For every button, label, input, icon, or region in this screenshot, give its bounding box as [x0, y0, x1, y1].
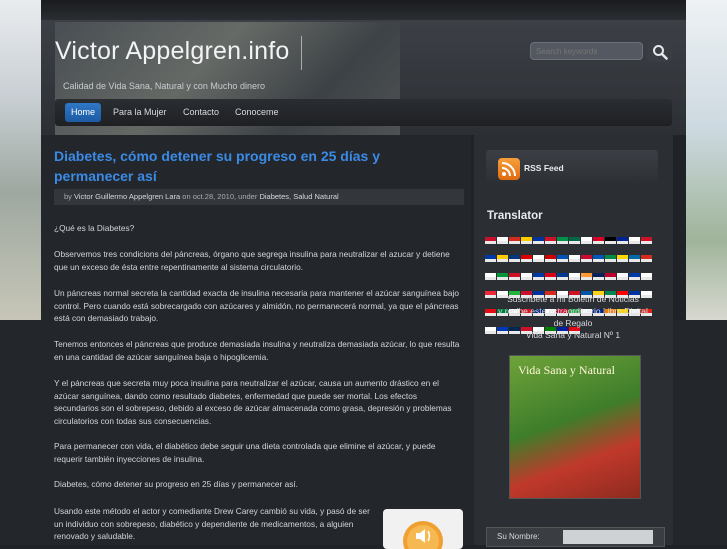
post-title[interactable]: Diabetes, cómo detener su progreso en 25… — [54, 146, 399, 186]
language-flag[interactable] — [509, 237, 520, 244]
language-flag[interactable] — [485, 273, 496, 280]
language-flag[interactable] — [557, 255, 568, 262]
language-flag[interactable] — [521, 255, 532, 262]
site-title[interactable]: Victor Appelgren.info — [55, 37, 289, 66]
language-flag[interactable] — [593, 237, 604, 244]
language-flag[interactable] — [497, 273, 508, 280]
meta-category-diabetes[interactable]: Diabetes — [259, 192, 289, 201]
language-flag[interactable] — [509, 255, 520, 262]
audio-player[interactable] — [383, 509, 463, 549]
language-flag[interactable] — [617, 237, 628, 244]
rss-icon — [498, 158, 520, 180]
language-flag[interactable] — [569, 255, 580, 262]
rss-feed-link[interactable]: RSS Feed — [486, 150, 658, 188]
background-photo-right — [686, 0, 727, 320]
meta-by: by — [64, 192, 72, 201]
top-band — [41, 0, 686, 20]
speaker-icon — [403, 521, 443, 549]
sidebar: RSS Feed Translator Suscribete a mi Bole… — [474, 135, 673, 547]
language-flag[interactable] — [569, 237, 580, 244]
ebook-cover-title: Vida Sana y Natural — [518, 363, 615, 377]
newsletter-line: Vida Sana y Natural Nº 1 — [525, 330, 621, 340]
post-paragraph: Y el páncreas que secreta muy poca insul… — [54, 378, 452, 426]
post-paragraph: Tenemos entonces el páncreas que produce… — [54, 339, 460, 362]
language-flag[interactable] — [521, 273, 532, 280]
language-flag[interactable] — [521, 237, 532, 244]
language-flag[interactable] — [617, 255, 628, 262]
post-paragraph: Diabetes, cómo detener su progreso en 25… — [54, 479, 298, 489]
newsletter-line: de Regalo — [553, 318, 593, 328]
newsletter-line: y recibe este extraordinario Libro Digit… — [498, 306, 648, 316]
main-nav: Home Para la Mujer Contacto Conoceme — [55, 99, 672, 126]
site-tagline: Calidad de Vida Sana, Natural y con Much… — [63, 81, 265, 91]
translator-heading: Translator — [487, 210, 543, 222]
site-header: Victor Appelgren.info Calidad de Vida Sa… — [41, 20, 686, 157]
subscribe-form: Su Nombre: — [486, 527, 665, 547]
language-flag[interactable] — [533, 255, 544, 262]
post-paragraph: ¿Qué es la Diabetes? — [54, 223, 135, 233]
language-flag[interactable] — [581, 273, 592, 280]
language-flag[interactable] — [641, 237, 652, 244]
language-flag[interactable] — [497, 255, 508, 262]
language-flag[interactable] — [497, 237, 508, 244]
language-flag[interactable] — [641, 273, 652, 280]
language-flag[interactable] — [605, 255, 616, 262]
newsletter-line: Suscribete a mi Boletín de Noticias — [507, 294, 639, 304]
rss-label: RSS Feed — [524, 163, 564, 173]
language-flag[interactable] — [533, 237, 544, 244]
language-flag[interactable] — [533, 273, 544, 280]
search-input[interactable] — [530, 42, 643, 60]
language-flag[interactable] — [641, 255, 652, 262]
ebook-cover-image[interactable]: Vida Sana y Natural — [509, 355, 641, 499]
language-flag[interactable] — [557, 237, 568, 244]
language-flag[interactable] — [545, 273, 556, 280]
name-input[interactable] — [563, 530, 653, 544]
post-paragraph: Observemos tres condicions del páncreas,… — [54, 249, 450, 272]
nav-home[interactable]: Home — [65, 103, 102, 122]
nav-para-la-mujer[interactable]: Para la Mujer — [107, 103, 173, 122]
language-flag[interactable] — [509, 273, 520, 280]
language-flag[interactable] — [629, 237, 640, 244]
post-meta: by Victor Guillermo Appelgren Lara on oc… — [54, 189, 464, 205]
language-flag[interactable] — [581, 237, 592, 244]
meta-author[interactable]: Victor Guillermo Appelgren Lara — [74, 192, 180, 201]
language-flag[interactable] — [485, 237, 496, 244]
language-flag[interactable] — [617, 273, 628, 280]
search-button[interactable] — [647, 41, 672, 62]
language-flag[interactable] — [545, 255, 556, 262]
post-paragraph: Usando este método el actor y comediante… — [54, 506, 370, 541]
background-photo-left — [0, 0, 41, 320]
language-flag[interactable] — [545, 237, 556, 244]
meta-date: on oct.28, 2010, under — [182, 192, 258, 201]
language-flag[interactable] — [605, 273, 616, 280]
post-paragraph: Para permanecer con vida, el diabético d… — [54, 441, 436, 464]
language-flag[interactable] — [605, 237, 616, 244]
name-label: Su Nombre: — [497, 532, 540, 541]
language-flag[interactable] — [485, 255, 496, 262]
language-flag[interactable] — [557, 273, 568, 280]
main-content: Diabetes, cómo detener su progreso en 25… — [41, 135, 471, 549]
language-flag[interactable] — [593, 255, 604, 262]
post-paragraph: Un páncreas normal secreta la cantidad e… — [54, 288, 459, 323]
magnifier-icon — [652, 44, 668, 60]
newsletter-text: Suscribete a mi Boletín de Noticias y re… — [486, 293, 660, 341]
language-flag[interactable] — [593, 273, 604, 280]
nav-conoceme[interactable]: Conoceme — [229, 103, 285, 122]
language-flag[interactable] — [581, 255, 592, 262]
language-flag[interactable] — [629, 255, 640, 262]
language-flag[interactable] — [629, 273, 640, 280]
title-divider — [301, 36, 302, 70]
nav-contacto[interactable]: Contacto — [177, 103, 225, 122]
language-flag[interactable] — [569, 273, 580, 280]
meta-category-salud-natural[interactable]: Salud Natural — [293, 192, 338, 201]
